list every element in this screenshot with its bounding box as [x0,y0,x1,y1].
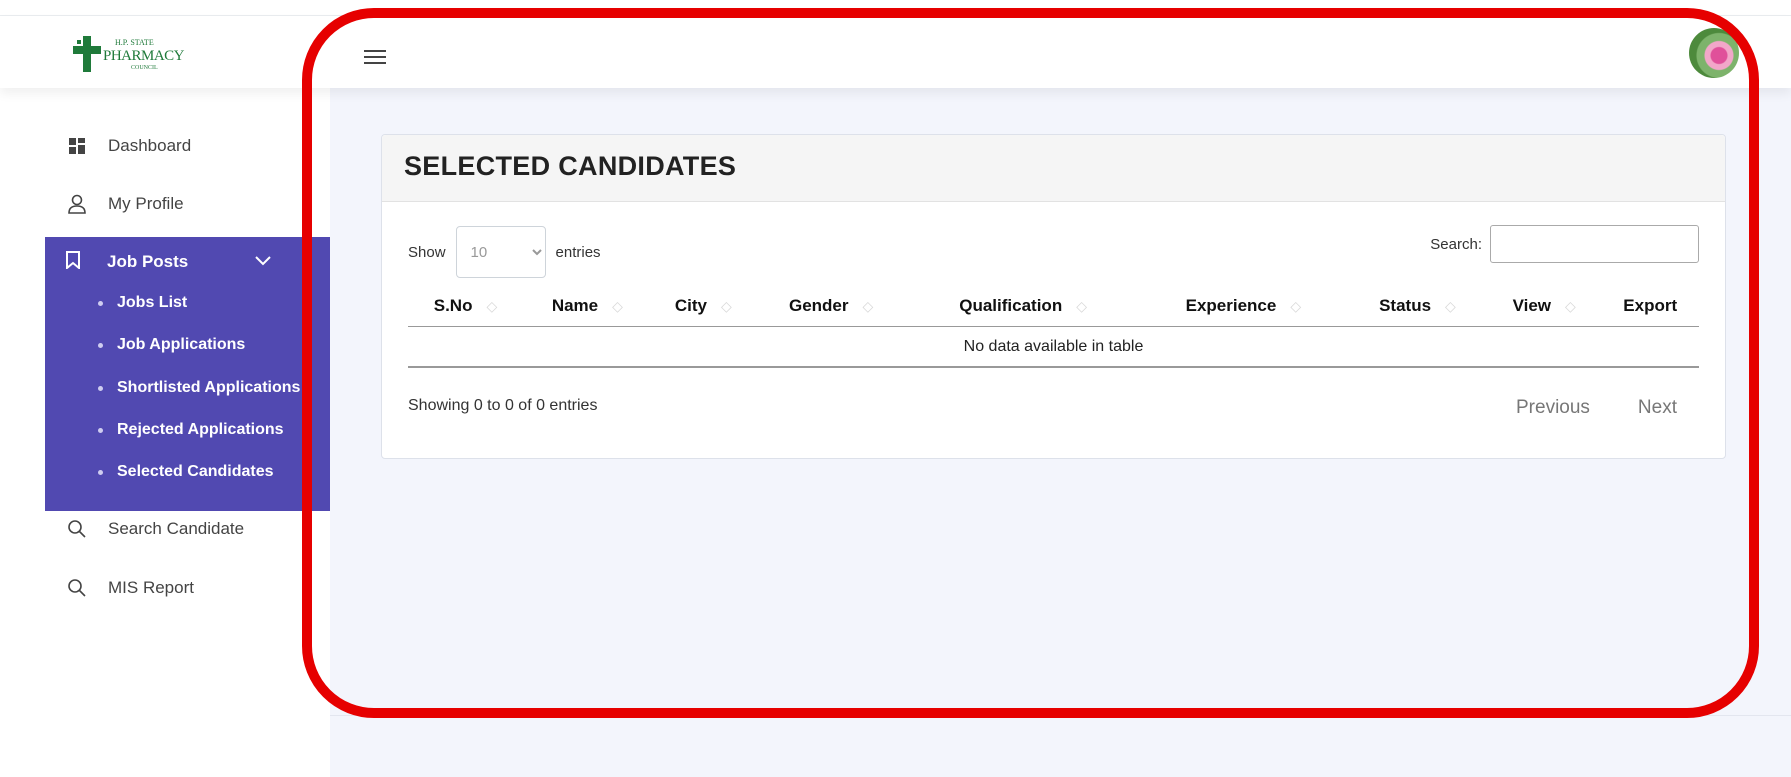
sidebar-item-label: Search Candidate [108,519,245,538]
candidates-table: S.No ◇ Name ◇ City ◇ Gender ◇ Qualification ◇… [408,285,1699,368]
pagination: Previous Next [1516,397,1677,419]
footer-divider [330,715,1791,716]
sort-icon: ◇ [720,297,732,314]
chevron-down-icon [255,253,271,271]
column-header-name[interactable]: Name ◇ [523,285,652,327]
user-icon [67,194,87,214]
sidebar-item-label: Dashboard [108,136,192,155]
table-info: Showing 0 to 0 of 0 entries [408,397,598,414]
sidebar-item-dashboard[interactable]: Dashboard [45,124,330,168]
search-input[interactable] [1490,225,1699,263]
sort-icon: ◇ [1290,297,1302,314]
sidebar-subitem-job-applications[interactable]: Job Applications [45,325,330,365]
column-header-label: Qualification [959,295,1063,315]
sidebar: Dashboard My Profile Job Posts Jobs List… [0,88,330,777]
previous-button[interactable]: Previous [1516,397,1590,419]
logo-small-text: H.P. STATE [115,38,154,47]
column-header-label: City [674,295,707,315]
column-header-label: View [1512,295,1552,315]
column-header-city[interactable]: City ◇ [651,285,755,327]
length-prefix: Show [408,243,446,261]
sidebar-item-mis-report[interactable]: MIS Report [45,566,330,610]
column-header-experience[interactable]: Experience ◇ [1138,285,1348,327]
sidebar-subitem-rejected-applications[interactable]: Rejected Applications [45,410,330,450]
column-header-gender[interactable]: Gender ◇ [754,285,908,327]
bullet-icon [98,300,103,306]
sidebar-group-label: Job Posts [107,252,189,271]
column-header-label: Gender [788,295,849,315]
sidebar-subitem-shortlisted-applications[interactable]: Shortlisted Applications [45,368,330,408]
column-header-label: Status [1379,295,1432,315]
pharmacy-council-logo[interactable]: H.P. STATE PHARMACY COUNCIL [73,36,185,76]
sidebar-subitem-jobs-list[interactable]: Jobs List [45,283,330,323]
sidebar-subitem-label: Selected Candidates [117,463,274,480]
next-button[interactable]: Next [1638,397,1677,419]
card-header: SELECTED CANDIDATES [382,135,1725,202]
column-header-qualification[interactable]: Qualification ◇ [907,285,1139,327]
sidebar-subitem-label: Shortlisted Applications [117,379,301,396]
entries-length-control: Show 10 entries [408,226,601,278]
top-border [0,0,1791,16]
bookmark-icon [65,250,81,274]
sidebar-item-my-profile[interactable]: My Profile [45,182,330,226]
table-header-row: S.No ◇ Name ◇ City ◇ Gender ◇ Qualification ◇… [408,285,1699,327]
hamburger-menu-icon[interactable] [364,46,390,68]
sidebar-item-label: MIS Report [108,578,194,597]
sidebar-subitem-label: Jobs List [117,294,188,311]
dashboard-icon [67,136,87,156]
column-header-label: Experience [1185,295,1277,315]
column-header-view[interactable]: View ◇ [1486,285,1602,327]
bullet-icon [98,342,103,348]
sort-icon: ◇ [486,297,498,314]
sort-icon: ◇ [612,297,623,314]
table-search: Search: [1430,225,1699,263]
bullet-icon [98,427,103,433]
empty-table-message: No data available in table [408,326,1699,368]
sidebar-subitem-selected-candidates[interactable]: Selected Candidates [45,452,330,492]
sidebar-subitem-label: Job Applications [117,336,246,353]
cross-logo-icon [73,36,101,72]
sidebar-group-job-posts: Job Posts Jobs List Job Applications Sho… [45,237,330,511]
sort-icon: ◇ [862,297,874,314]
selected-candidates-card: SELECTED CANDIDATES Show 10 entries Sear… [381,134,1726,459]
column-header-status[interactable]: Status ◇ [1347,285,1487,327]
column-header-label: Export [1623,295,1678,315]
search-icon [67,578,87,598]
column-header-export: Export [1601,285,1699,327]
bullet-icon [98,385,103,391]
sidebar-item-job-posts[interactable]: Job Posts [45,237,330,287]
column-header-label: S.No [433,295,473,315]
sort-icon: ◇ [1565,297,1576,314]
sort-icon: ◇ [1076,297,1087,314]
table-row: No data available in table [408,326,1699,368]
search-label: Search: [1430,235,1482,253]
bullet-icon [98,469,103,475]
sidebar-item-label: My Profile [108,194,184,213]
sort-icon: ◇ [1445,297,1456,314]
sidebar-item-search-candidate[interactable]: Search Candidate [45,507,330,551]
column-header-sno[interactable]: S.No ◇ [408,285,524,327]
logo-main-text: PHARMACY [103,48,185,64]
length-suffix: entries [555,243,601,261]
column-header-label: Name [551,295,599,315]
logo-council-text: COUNCIL [131,65,158,71]
page-title: SELECTED CANDIDATES [404,151,737,181]
entries-select[interactable]: 10 [455,226,546,278]
user-avatar[interactable] [1689,28,1739,78]
top-header: H.P. STATE PHARMACY COUNCIL [0,16,1791,88]
sidebar-subitem-label: Rejected Applications [117,421,284,438]
search-icon [67,519,87,539]
